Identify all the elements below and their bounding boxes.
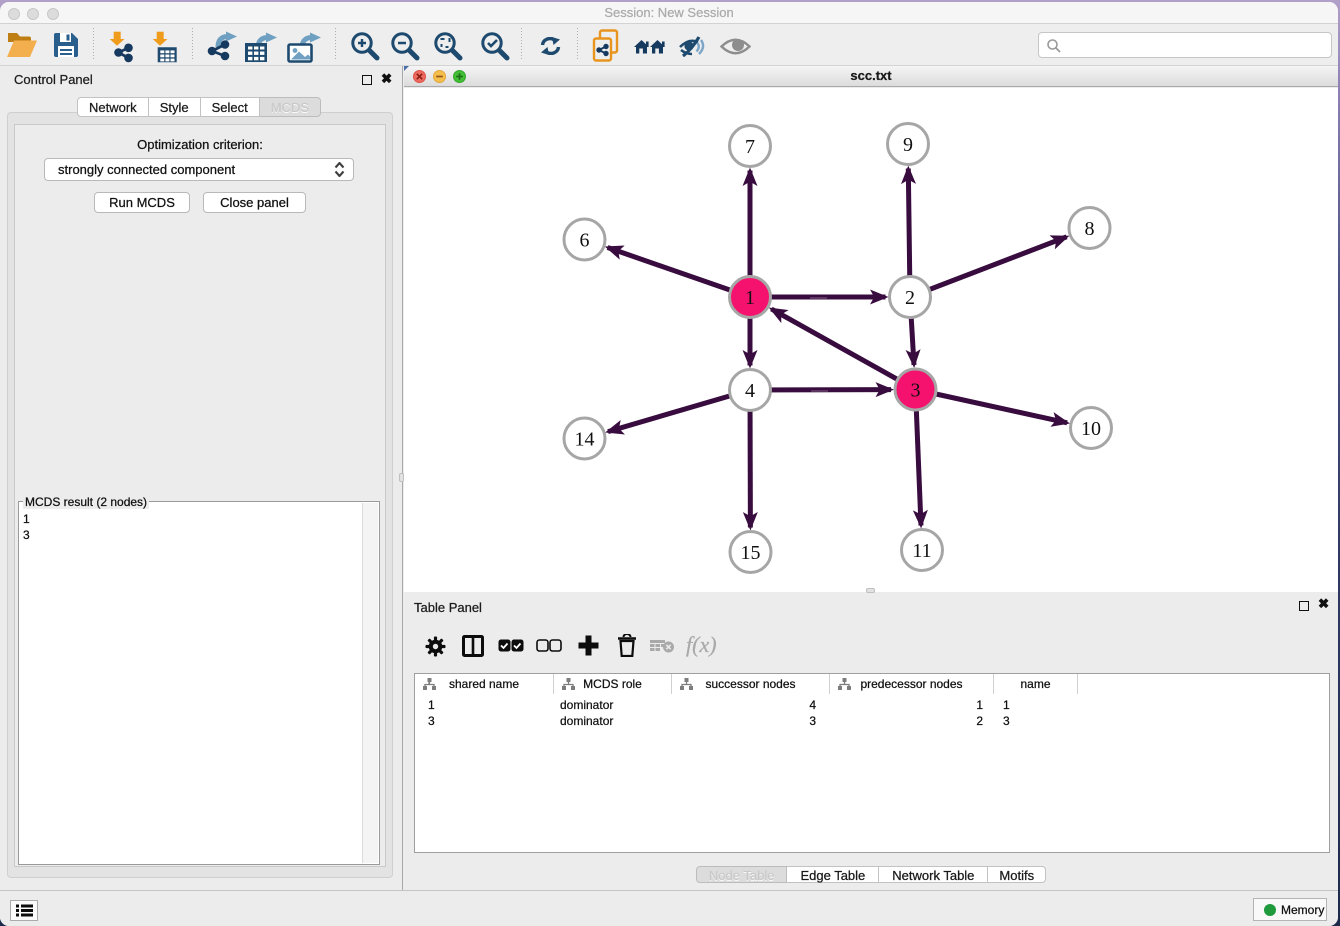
svg-text:7: 7 [745,136,755,158]
svg-text:3: 3 [911,380,921,402]
svg-text:10: 10 [1081,418,1101,440]
svg-text:15: 15 [741,542,761,564]
svg-text:11: 11 [912,540,931,562]
svg-text:4: 4 [745,380,755,402]
svg-text:6: 6 [580,230,590,252]
svg-text:2: 2 [905,287,915,309]
svg-text:14: 14 [575,429,595,451]
svg-text:9: 9 [903,134,913,156]
svg-text:1: 1 [745,287,755,309]
svg-text:8: 8 [1085,218,1095,240]
